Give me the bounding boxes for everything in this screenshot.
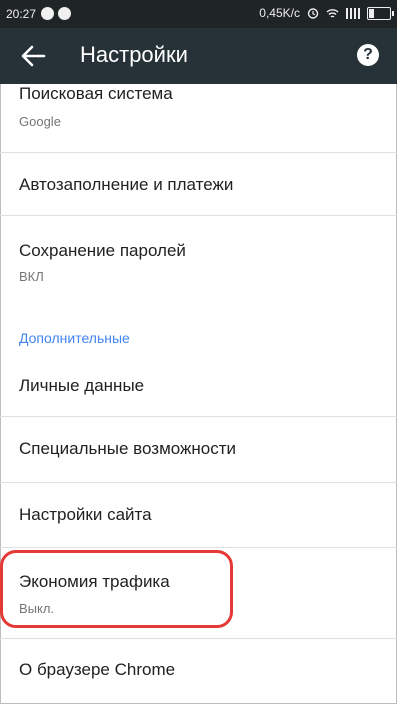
messenger-icon — [58, 7, 71, 20]
network-speed: 0,45K/c — [259, 6, 300, 20]
help-circle-icon[interactable]: ? — [357, 44, 379, 66]
setting-search-engine[interactable]: Поисковая система Google — [0, 84, 397, 152]
setting-accessibility[interactable]: Специальные возможности — [0, 417, 397, 482]
setting-site-settings[interactable]: Настройки сайта — [0, 483, 397, 547]
section-header-advanced: Дополнительные — [19, 330, 130, 346]
setting-value: Google — [19, 114, 61, 129]
status-indicators: 0,45K/c — [259, 6, 394, 20]
setting-label: Личные данные — [19, 376, 145, 395]
setting-label: Автозаполнение и платежи — [19, 175, 234, 194]
setting-value: ВКЛ — [19, 269, 44, 284]
setting-passwords[interactable]: Сохранение паролей ВКЛ — [0, 216, 397, 304]
alarm-icon — [307, 8, 319, 19]
setting-label: Поисковая система — [19, 84, 173, 103]
arrow-left-icon[interactable] — [20, 44, 46, 68]
setting-label: Сохранение паролей — [19, 241, 186, 260]
notification-icon — [41, 7, 54, 20]
setting-privacy[interactable]: Личные данные — [0, 356, 397, 416]
setting-data-saver[interactable]: Экономия трафика Выкл. — [0, 548, 397, 638]
status-bar: 20:27 0,45K/c — [0, 0, 397, 28]
setting-label: О браузере Chrome — [19, 660, 176, 679]
setting-autofill[interactable]: Автозаполнение и платежи — [0, 153, 397, 215]
status-time: 20:27 — [6, 7, 37, 21]
toolbar: Настройки ? — [0, 28, 397, 84]
setting-label: Настройки сайта — [19, 505, 152, 524]
setting-about-chrome[interactable]: О браузере Chrome — [0, 639, 397, 704]
setting-label: Экономия трафика — [19, 572, 170, 591]
signal-icon — [346, 7, 360, 19]
setting-label: Специальные возможности — [19, 439, 237, 458]
battery-icon — [367, 6, 394, 20]
page-title: Настройки — [80, 42, 188, 67]
setting-value: Выкл. — [19, 601, 55, 616]
settings-list: Поисковая система Google Автозаполнение … — [0, 84, 397, 704]
wifi-icon — [326, 8, 339, 18]
